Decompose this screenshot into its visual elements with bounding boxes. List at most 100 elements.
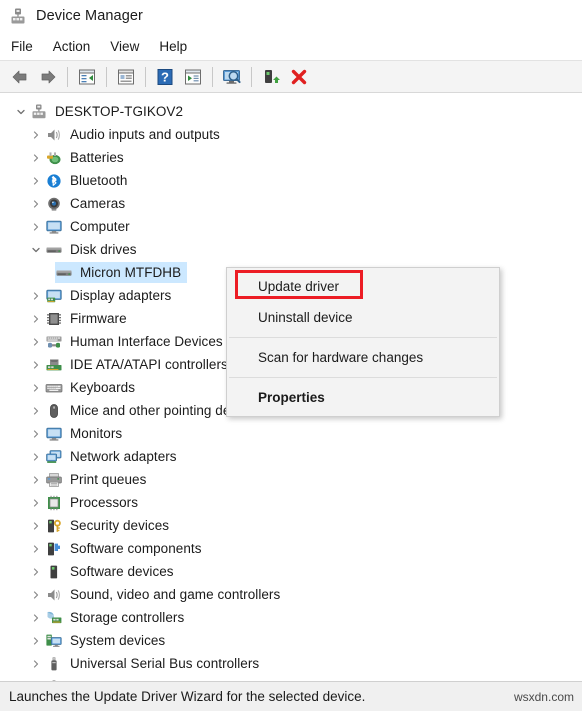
network-adapter-icon (45, 449, 63, 465)
context-menu-item-scan-for-hardware-changes[interactable]: Scan for hardware changes (227, 342, 499, 373)
watermark: wsxdn.com (513, 689, 574, 704)
tree-item-computer[interactable]: Computer (0, 215, 582, 238)
security-key-icon (45, 518, 63, 534)
uninstall-device-icon[interactable] (285, 64, 313, 90)
context-menu-item-properties[interactable]: Properties (227, 382, 499, 413)
tree-item-network-adapters[interactable]: Network adapters (0, 445, 582, 468)
chevron-right-icon[interactable] (27, 544, 45, 554)
tree-item-print-queues[interactable]: Print queues (0, 468, 582, 491)
back-arrow-icon[interactable] (6, 64, 34, 90)
toolbar-separator (67, 66, 68, 87)
chevron-right-icon[interactable] (27, 659, 45, 669)
tree-item-system-devices[interactable]: System devices (0, 629, 582, 652)
ide-controller-icon (45, 357, 63, 373)
menu-item-help[interactable]: Help (159, 37, 197, 56)
menu-item-action[interactable]: Action (53, 37, 101, 56)
update-driver-icon[interactable] (179, 64, 207, 90)
tree-item-audio-inputs-and-outputs[interactable]: Audio inputs and outputs (0, 123, 582, 146)
tree-item-processors[interactable]: Processors (0, 491, 582, 514)
chevron-right-icon[interactable] (27, 314, 45, 324)
tree-item-desktop-tgikov2[interactable]: DESKTOP-TGIKOV2 (0, 100, 582, 123)
properties-icon[interactable] (112, 64, 140, 90)
tree-item-batteries[interactable]: Batteries (0, 146, 582, 169)
tree-item-software-components[interactable]: Software components (0, 537, 582, 560)
chevron-right-icon[interactable] (27, 613, 45, 623)
firmware-chip-icon (45, 311, 63, 327)
chevron-right-icon[interactable] (27, 199, 45, 209)
chevron-right-icon[interactable] (27, 153, 45, 163)
chevron-right-icon[interactable] (27, 130, 45, 140)
tree-item-label: Sound, video and game controllers (70, 587, 281, 602)
chevron-right-icon[interactable] (27, 176, 45, 186)
menu-item-file[interactable]: File (11, 37, 43, 56)
tree-item-label: Network adapters (70, 449, 177, 464)
chevron-right-icon[interactable] (27, 337, 45, 347)
tree-item-label: IDE ATA/ATAPI controllers (70, 357, 228, 372)
context-menu-item-uninstall-device[interactable]: Uninstall device (227, 302, 499, 333)
bluetooth-icon (45, 173, 63, 189)
toolbar-separator (145, 66, 146, 87)
tree-item-sound-video-and-game-controllers[interactable]: Sound, video and game controllers (0, 583, 582, 606)
tree-item-label: Processors (70, 495, 139, 510)
toolbar-separator (212, 66, 213, 87)
device-manager-icon (9, 7, 27, 25)
menu-bar: File Action View Help (0, 32, 582, 60)
tree-item-label: Disk drives (70, 242, 137, 257)
tree-item-cameras[interactable]: Cameras (0, 192, 582, 215)
scan-hardware-changes-icon[interactable] (218, 64, 246, 90)
storage-controller-icon (45, 610, 63, 626)
chevron-right-icon[interactable] (27, 636, 45, 646)
tree-item-storage-controllers[interactable]: Storage controllers (0, 606, 582, 629)
context-menu[interactable]: Update driver Uninstall device Scan for … (226, 267, 500, 417)
tree-item-label: Storage controllers (70, 610, 185, 625)
tree-item-label: DESKTOP-TGIKOV2 (55, 104, 184, 119)
tree-item-label: Security devices (70, 518, 170, 533)
tree-item-label: Print queues (70, 472, 147, 487)
chevron-right-icon[interactable] (27, 498, 45, 508)
show-hide-console-tree-icon[interactable] (73, 64, 101, 90)
chevron-right-icon[interactable] (27, 567, 45, 577)
processor-icon (45, 495, 63, 511)
chevron-right-icon[interactable] (27, 521, 45, 531)
tree-item-disk-drives[interactable]: Disk drives (0, 238, 582, 261)
mouse-icon (45, 403, 63, 419)
display-adapter-icon (45, 288, 63, 304)
tree-item-label: Display adapters (70, 288, 172, 303)
chevron-right-icon[interactable] (27, 429, 45, 439)
tree-item-label: Batteries (70, 150, 124, 165)
hid-icon (45, 334, 63, 350)
camera-icon (45, 196, 63, 212)
system-device-icon (45, 633, 63, 649)
menu-item-view[interactable]: View (110, 37, 149, 56)
chevron-right-icon[interactable] (27, 475, 45, 485)
chevron-down-icon[interactable] (12, 107, 30, 117)
context-menu-item-update-driver[interactable]: Update driver (227, 271, 499, 302)
enable-device-icon[interactable] (257, 64, 285, 90)
chevron-right-icon[interactable] (27, 383, 45, 393)
chevron-right-icon[interactable] (27, 291, 45, 301)
monitor-icon (45, 426, 63, 442)
toolbar-separator (251, 66, 252, 87)
chevron-right-icon[interactable] (27, 222, 45, 232)
tree-item-security-devices[interactable]: Security devices (0, 514, 582, 537)
tree-item-label: System devices (70, 633, 166, 648)
forward-arrow-icon[interactable] (34, 64, 62, 90)
chevron-right-icon[interactable] (27, 452, 45, 462)
context-menu-separator (229, 337, 497, 338)
chevron-right-icon[interactable] (27, 360, 45, 370)
tree-item-bluetooth[interactable]: Bluetooth (0, 169, 582, 192)
chevron-down-icon[interactable] (27, 245, 45, 255)
tree-item-universal-serial-bus-controllers[interactable]: Universal Serial Bus controllers (0, 652, 582, 675)
software-device-icon (45, 564, 63, 580)
help-icon[interactable]: ? (151, 64, 179, 90)
tree-item-monitors[interactable]: Monitors (0, 422, 582, 445)
disk-drive-icon (45, 242, 63, 258)
chevron-right-icon[interactable] (27, 590, 45, 600)
tree-item-software-devices[interactable]: Software devices (0, 560, 582, 583)
tree-item-label: Audio inputs and outputs (70, 127, 220, 142)
tree-item-label: Computer (70, 219, 130, 234)
tree-item-label: Firmware (70, 311, 127, 326)
window-title: Device Manager (36, 8, 143, 24)
chevron-right-icon[interactable] (27, 406, 45, 416)
battery-icon (45, 150, 63, 166)
